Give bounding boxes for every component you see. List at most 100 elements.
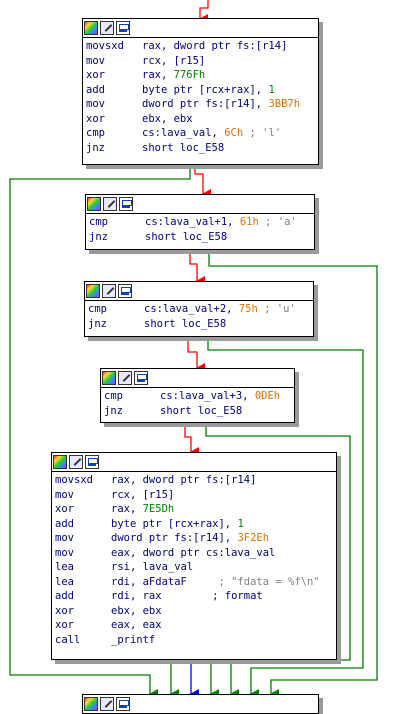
graph-overview-icon[interactable] bbox=[116, 697, 130, 711]
mnemonic: cmp bbox=[104, 390, 123, 402]
asm-line[interactable]: xor ebx, ebx bbox=[86, 112, 318, 127]
block-code: cmp cs:lava_val+2, 75h ; 'u' jnz short loc_… bbox=[85, 301, 313, 331]
asm-line[interactable]: mov dword ptr fs:[r14], 3BB7h bbox=[86, 97, 318, 112]
operand: rdi, rax bbox=[111, 590, 162, 602]
comment: ; 'u' bbox=[257, 303, 296, 315]
block-code: cmp cs:lava_val+3, 0DEh jnz short loc_E58 bbox=[101, 388, 294, 418]
mnemonic: xor bbox=[55, 604, 74, 617]
mnemonic: xor bbox=[86, 112, 105, 125]
asm-line[interactable]: xor rax, 7E5Dh bbox=[55, 502, 336, 517]
comment: ; 'l' bbox=[243, 127, 282, 139]
graph-overview-icon[interactable] bbox=[119, 197, 133, 211]
edge-b3-b4 bbox=[187, 337, 205, 373]
block-header bbox=[83, 19, 318, 38]
operand: rax, bbox=[142, 69, 174, 81]
asm-line[interactable]: cmp cs:lava_val, 6Ch ; 'l' bbox=[86, 126, 318, 141]
color-palette-icon[interactable] bbox=[84, 21, 98, 35]
graph-overview-icon[interactable] bbox=[85, 455, 99, 469]
graph-overview-icon[interactable] bbox=[118, 284, 132, 298]
asm-line[interactable]: mov eax, dword ptr cs:lava_val bbox=[55, 546, 336, 561]
mnemonic: xor bbox=[55, 503, 74, 515]
edit-node-icon[interactable] bbox=[102, 284, 116, 298]
color-palette-icon[interactable] bbox=[102, 371, 116, 385]
operand: short loc_E58 bbox=[145, 230, 228, 243]
asm-line[interactable]: jnz short loc_E58 bbox=[88, 317, 313, 332]
asm-line[interactable]: cmp cs:lava_val+1, 61h ; 'a' bbox=[89, 215, 314, 230]
block-header bbox=[101, 369, 294, 388]
code-block-2[interactable]: cmp cs:lava_val+1, 61h ; 'a' jnz short loc_… bbox=[85, 194, 315, 250]
color-palette-icon[interactable] bbox=[87, 197, 101, 211]
block-header bbox=[85, 282, 313, 301]
operand: rax, dword ptr fs:[r14] bbox=[111, 474, 257, 486]
mnemonic: add bbox=[55, 517, 74, 530]
block-code: movsxd rax, dword ptr fs:[r14] mov rcx, [r1… bbox=[52, 472, 336, 647]
asm-line[interactable]: mov rcx, [r15] bbox=[86, 54, 318, 69]
edit-node-icon[interactable] bbox=[103, 197, 117, 211]
block-code: cmp cs:lava_val+1, 61h ; 'a' jnz short loc_… bbox=[86, 214, 314, 244]
edit-node-icon[interactable] bbox=[69, 455, 83, 469]
operand: short loc_E58 bbox=[160, 404, 243, 417]
asm-line[interactable]: lea rsi, lava_val bbox=[55, 560, 336, 575]
graph-overview-icon[interactable] bbox=[116, 21, 130, 35]
asm-line[interactable]: xor ebx, ebx bbox=[55, 604, 336, 619]
code-block-loc-e58[interactable] bbox=[82, 694, 319, 714]
edit-node-icon[interactable] bbox=[118, 371, 132, 385]
asm-line[interactable]: jnz short loc_E58 bbox=[104, 404, 294, 419]
operand: rcx, [r15] bbox=[111, 488, 175, 501]
edge-b4-b5 bbox=[184, 423, 199, 457]
operand: dword ptr fs:[r14], bbox=[142, 98, 269, 110]
color-palette-icon[interactable] bbox=[53, 455, 67, 469]
asm-line[interactable]: call _printf bbox=[55, 633, 336, 648]
asm-line[interactable]: xor eax, eax bbox=[55, 618, 336, 633]
asm-line[interactable]: xor rax, 776Fh bbox=[86, 68, 318, 83]
asm-line[interactable]: add byte ptr [rcx+rax], 1 bbox=[86, 83, 318, 98]
code-block-4[interactable]: cmp cs:lava_val+3, 0DEh jnz short loc_E58 bbox=[100, 368, 295, 423]
mnemonic: jnz bbox=[86, 141, 105, 154]
asm-line[interactable]: movsxd rax, dword ptr fs:[r14] bbox=[86, 39, 318, 54]
graph-overview-icon[interactable] bbox=[134, 371, 148, 385]
mnemonic: mov bbox=[55, 532, 74, 544]
edge-b1-b2 bbox=[194, 165, 211, 199]
mnemonic: mov bbox=[55, 546, 74, 559]
asm-line[interactable]: jnz short loc_E58 bbox=[86, 141, 318, 156]
mnemonic: mov bbox=[86, 98, 105, 110]
asm-line[interactable]: jnz short loc_E58 bbox=[89, 230, 314, 245]
color-palette-icon[interactable] bbox=[84, 697, 98, 711]
mnemonic: add bbox=[55, 590, 74, 602]
operand: short loc_E58 bbox=[142, 141, 225, 154]
asm-line[interactable]: cmp cs:lava_val+2, 75h ; 'u' bbox=[88, 302, 313, 317]
operand: rax, dword ptr fs:[r14] bbox=[142, 40, 288, 52]
asm-line[interactable]: movsxd rax, dword ptr fs:[r14] bbox=[55, 473, 336, 488]
code-block-5[interactable]: movsxd rax, dword ptr fs:[r14] mov rcx, [r1… bbox=[51, 452, 337, 660]
code-block-1[interactable]: movsxd rax, dword ptr fs:[r14] mov rcx, [r1… bbox=[82, 18, 319, 165]
mnemonic: movsxd bbox=[55, 474, 93, 486]
operand: 3BB7h bbox=[268, 98, 301, 110]
operand: 1 bbox=[268, 83, 275, 96]
mnemonic: jnz bbox=[104, 404, 123, 417]
edit-node-icon[interactable] bbox=[100, 697, 114, 711]
block-code: movsxd rax, dword ptr fs:[r14] mov rcx, [r1… bbox=[83, 38, 318, 155]
edge-incoming bbox=[199, 0, 209, 24]
operand: eax, dword ptr cs:lava_val bbox=[111, 546, 276, 559]
comment: ; 'a' bbox=[258, 216, 297, 228]
operand: cs:lava_val, bbox=[142, 127, 225, 139]
code-block-3[interactable]: cmp cs:lava_val+2, 75h ; 'u' jnz short loc_… bbox=[84, 281, 314, 337]
operand: byte ptr [rcx+rax], bbox=[111, 517, 238, 530]
edit-node-icon[interactable] bbox=[100, 21, 114, 35]
operand: ebx, ebx bbox=[142, 112, 193, 125]
operand: dword ptr fs:[r14], bbox=[111, 532, 238, 544]
operand: eax, eax bbox=[111, 619, 162, 631]
asm-line[interactable]: lea rdi, aFdataF ; "fdata = %f\n" bbox=[55, 575, 336, 590]
asm-line[interactable]: add byte ptr [rcx+rax], 1 bbox=[55, 517, 336, 532]
operand: short loc_E58 bbox=[144, 317, 227, 330]
operand: 61h bbox=[239, 216, 259, 228]
operand: 1 bbox=[237, 517, 244, 530]
asm-line[interactable]: add rdi, rax ; format bbox=[55, 589, 336, 604]
mnemonic: add bbox=[86, 83, 105, 96]
operand: 3F2Eh bbox=[237, 532, 270, 544]
asm-line[interactable]: mov rcx, [r15] bbox=[55, 488, 336, 503]
asm-line[interactable]: mov dword ptr fs:[r14], 3F2Eh bbox=[55, 531, 336, 546]
color-palette-icon[interactable] bbox=[86, 284, 100, 298]
asm-line[interactable]: cmp cs:lava_val+3, 0DEh bbox=[104, 389, 294, 404]
mnemonic: mov bbox=[86, 54, 105, 67]
